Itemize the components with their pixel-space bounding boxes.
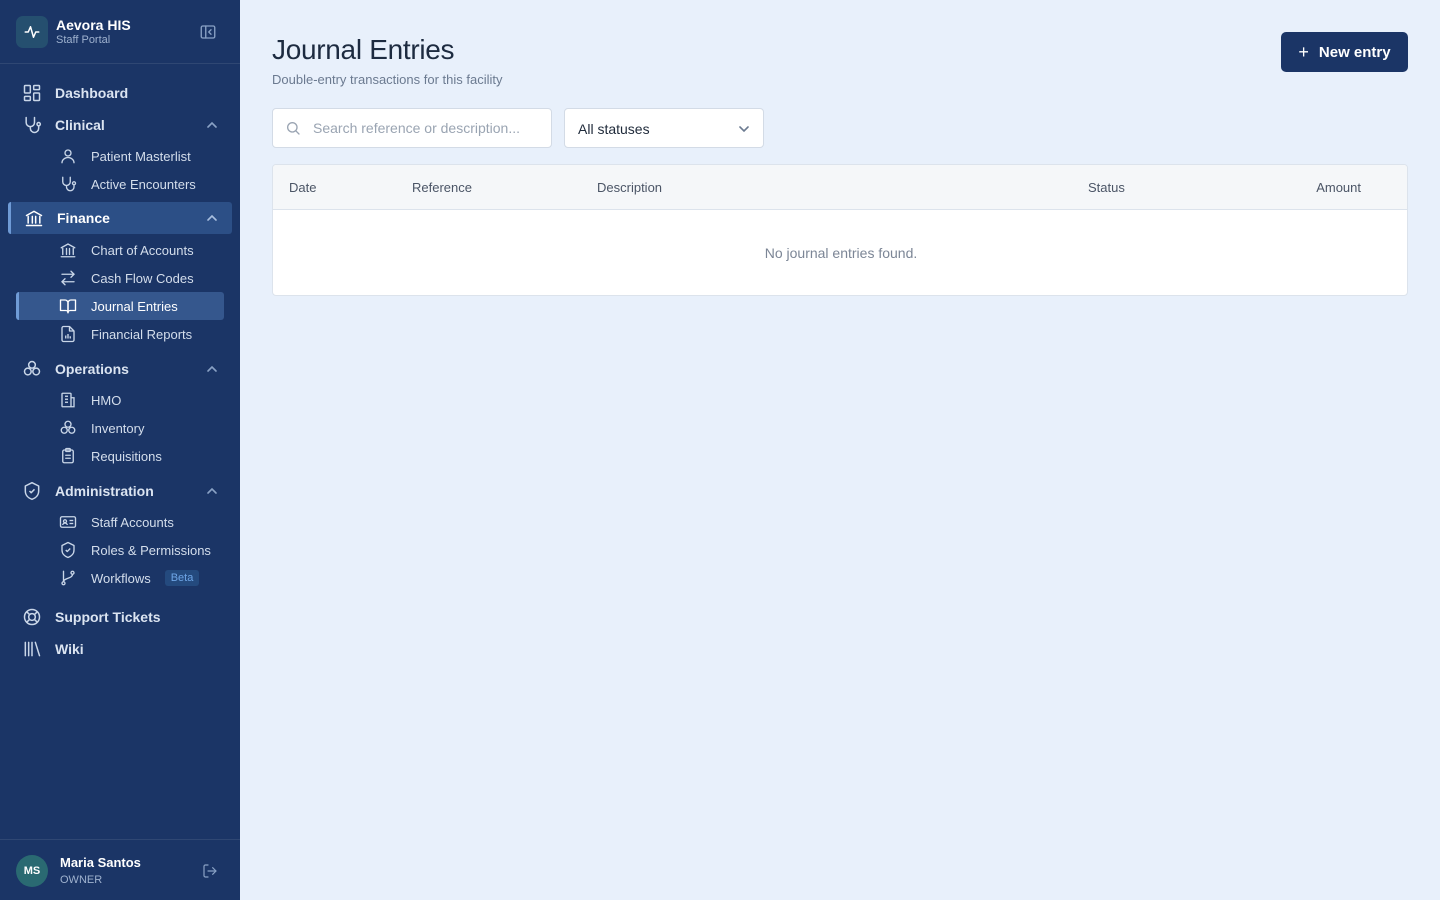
nav-section-administration[interactable]: Administration (16, 477, 224, 505)
nav-item-inventory[interactable]: Inventory (16, 414, 224, 442)
column-header-amount[interactable]: Amount (1316, 180, 1361, 195)
nav-support-tickets[interactable]: Support Tickets (16, 603, 224, 631)
logout-icon[interactable] (200, 861, 220, 881)
user-profile: MS Maria Santos OWNER (0, 839, 240, 900)
nav-item-workflows[interactable]: Workflows Beta (16, 564, 224, 592)
chevron-up-icon (207, 365, 217, 372)
new-entry-label: New entry (1318, 43, 1391, 61)
nav-item-label: Inventory (91, 420, 145, 436)
nav-dashboard-label: Dashboard (55, 85, 129, 101)
status-filter-value: All statuses (578, 121, 650, 137)
nav-support-label: Support Tickets (55, 609, 161, 625)
nav-item-label: HMO (91, 392, 122, 408)
nav-item-label: Roles & Permissions (91, 542, 211, 558)
nav-operations-label: Operations (55, 361, 129, 377)
boxes-icon (22, 359, 42, 379)
plus-icon: + (1298, 42, 1309, 62)
nav-item-journal-entries[interactable]: Journal Entries (16, 292, 224, 320)
page-subtitle: Double-entry transactions for this facil… (272, 72, 503, 87)
search-field (272, 108, 552, 148)
clipboard-list-icon (58, 446, 78, 466)
nav-item-cash-flow-codes[interactable]: Cash Flow Codes (16, 264, 224, 292)
activity-logo-icon (16, 16, 48, 48)
brand-subtitle: Staff Portal (56, 34, 111, 46)
nav-item-roles-permissions[interactable]: Roles & Permissions (16, 536, 224, 564)
building-icon (58, 390, 78, 410)
column-header-description[interactable]: Description (597, 180, 662, 195)
shield-check-icon (58, 540, 78, 560)
file-chart-icon (58, 324, 78, 344)
user-role: OWNER (60, 874, 103, 886)
nav-item-label: Active Encounters (91, 176, 196, 192)
user-name: Maria Santos (60, 855, 141, 870)
bank-icon (58, 240, 78, 260)
sidebar: Aevora HIS Staff Portal Dashboard Clinic… (0, 0, 240, 900)
search-input[interactable] (313, 109, 543, 147)
table-header: Date Reference Description Status Amount (273, 165, 1407, 210)
stethoscope-icon (22, 115, 42, 135)
nav-dashboard[interactable]: Dashboard (16, 79, 224, 107)
book-open-icon (58, 296, 78, 316)
nav-item-hmo[interactable]: HMO (16, 386, 224, 414)
library-icon (22, 639, 42, 659)
nav-item-requisitions[interactable]: Requisitions (16, 442, 224, 470)
column-header-status[interactable]: Status (1088, 180, 1125, 195)
journal-entries-table: Date Reference Description Status Amount… (272, 164, 1408, 296)
brand-header: Aevora HIS Staff Portal (0, 0, 240, 64)
sidebar-collapse-icon[interactable] (196, 20, 220, 44)
stethoscope-icon (58, 174, 78, 194)
empty-state-message: No journal entries found. (764, 245, 918, 261)
column-header-reference[interactable]: Reference (412, 180, 472, 195)
nav-item-chart-of-accounts[interactable]: Chart of Accounts (16, 236, 224, 264)
bank-icon (24, 208, 44, 228)
nav-section-operations[interactable]: Operations (16, 355, 224, 383)
nav-item-active-encounters[interactable]: Active Encounters (16, 170, 224, 198)
avatar[interactable]: MS (16, 855, 48, 887)
arrows-left-right-icon (58, 268, 78, 288)
nav-item-label: Chart of Accounts (91, 242, 194, 258)
nav-item-label: Staff Accounts (91, 514, 174, 530)
chevron-up-icon (207, 121, 217, 128)
brand-name: Aevora HIS (56, 17, 131, 33)
shield-check-icon (22, 481, 42, 501)
column-header-date[interactable]: Date (289, 180, 316, 195)
chevron-up-icon (207, 487, 217, 494)
nav-item-label: Journal Entries (91, 298, 178, 314)
nav-administration-label: Administration (55, 483, 154, 499)
nav-wiki-label: Wiki (55, 641, 84, 657)
boxes-icon (58, 418, 78, 438)
chevron-down-icon (739, 126, 749, 133)
nav-section-finance[interactable]: Finance (8, 202, 232, 234)
git-branch-icon (58, 568, 78, 588)
nav-item-financial-reports[interactable]: Financial Reports (16, 320, 224, 348)
nav-item-staff-accounts[interactable]: Staff Accounts (16, 508, 224, 536)
nav-section-clinical[interactable]: Clinical (16, 111, 224, 139)
chevron-up-icon (207, 214, 217, 221)
nav-item-patient-masterlist[interactable]: Patient Masterlist (16, 142, 224, 170)
nav-clinical-label: Clinical (55, 117, 105, 133)
page-title: Journal Entries (272, 34, 455, 65)
nav-item-label: Cash Flow Codes (91, 270, 194, 286)
life-buoy-icon (22, 607, 42, 627)
nav-finance-label: Finance (57, 210, 110, 226)
dashboard-icon (22, 83, 42, 103)
nav-item-label: Requisitions (91, 448, 162, 464)
user-icon (58, 146, 78, 166)
status-filter-select[interactable]: All statuses (564, 108, 764, 148)
nav-item-label: Financial Reports (91, 326, 193, 342)
search-icon (287, 122, 300, 135)
id-card-icon (58, 512, 78, 532)
nav-wiki[interactable]: Wiki (16, 635, 224, 663)
nav-item-label: Workflows (91, 570, 151, 586)
nav-item-label: Patient Masterlist (91, 148, 191, 164)
beta-badge: Beta (164, 570, 200, 586)
new-entry-button[interactable]: + New entry (1281, 32, 1408, 72)
